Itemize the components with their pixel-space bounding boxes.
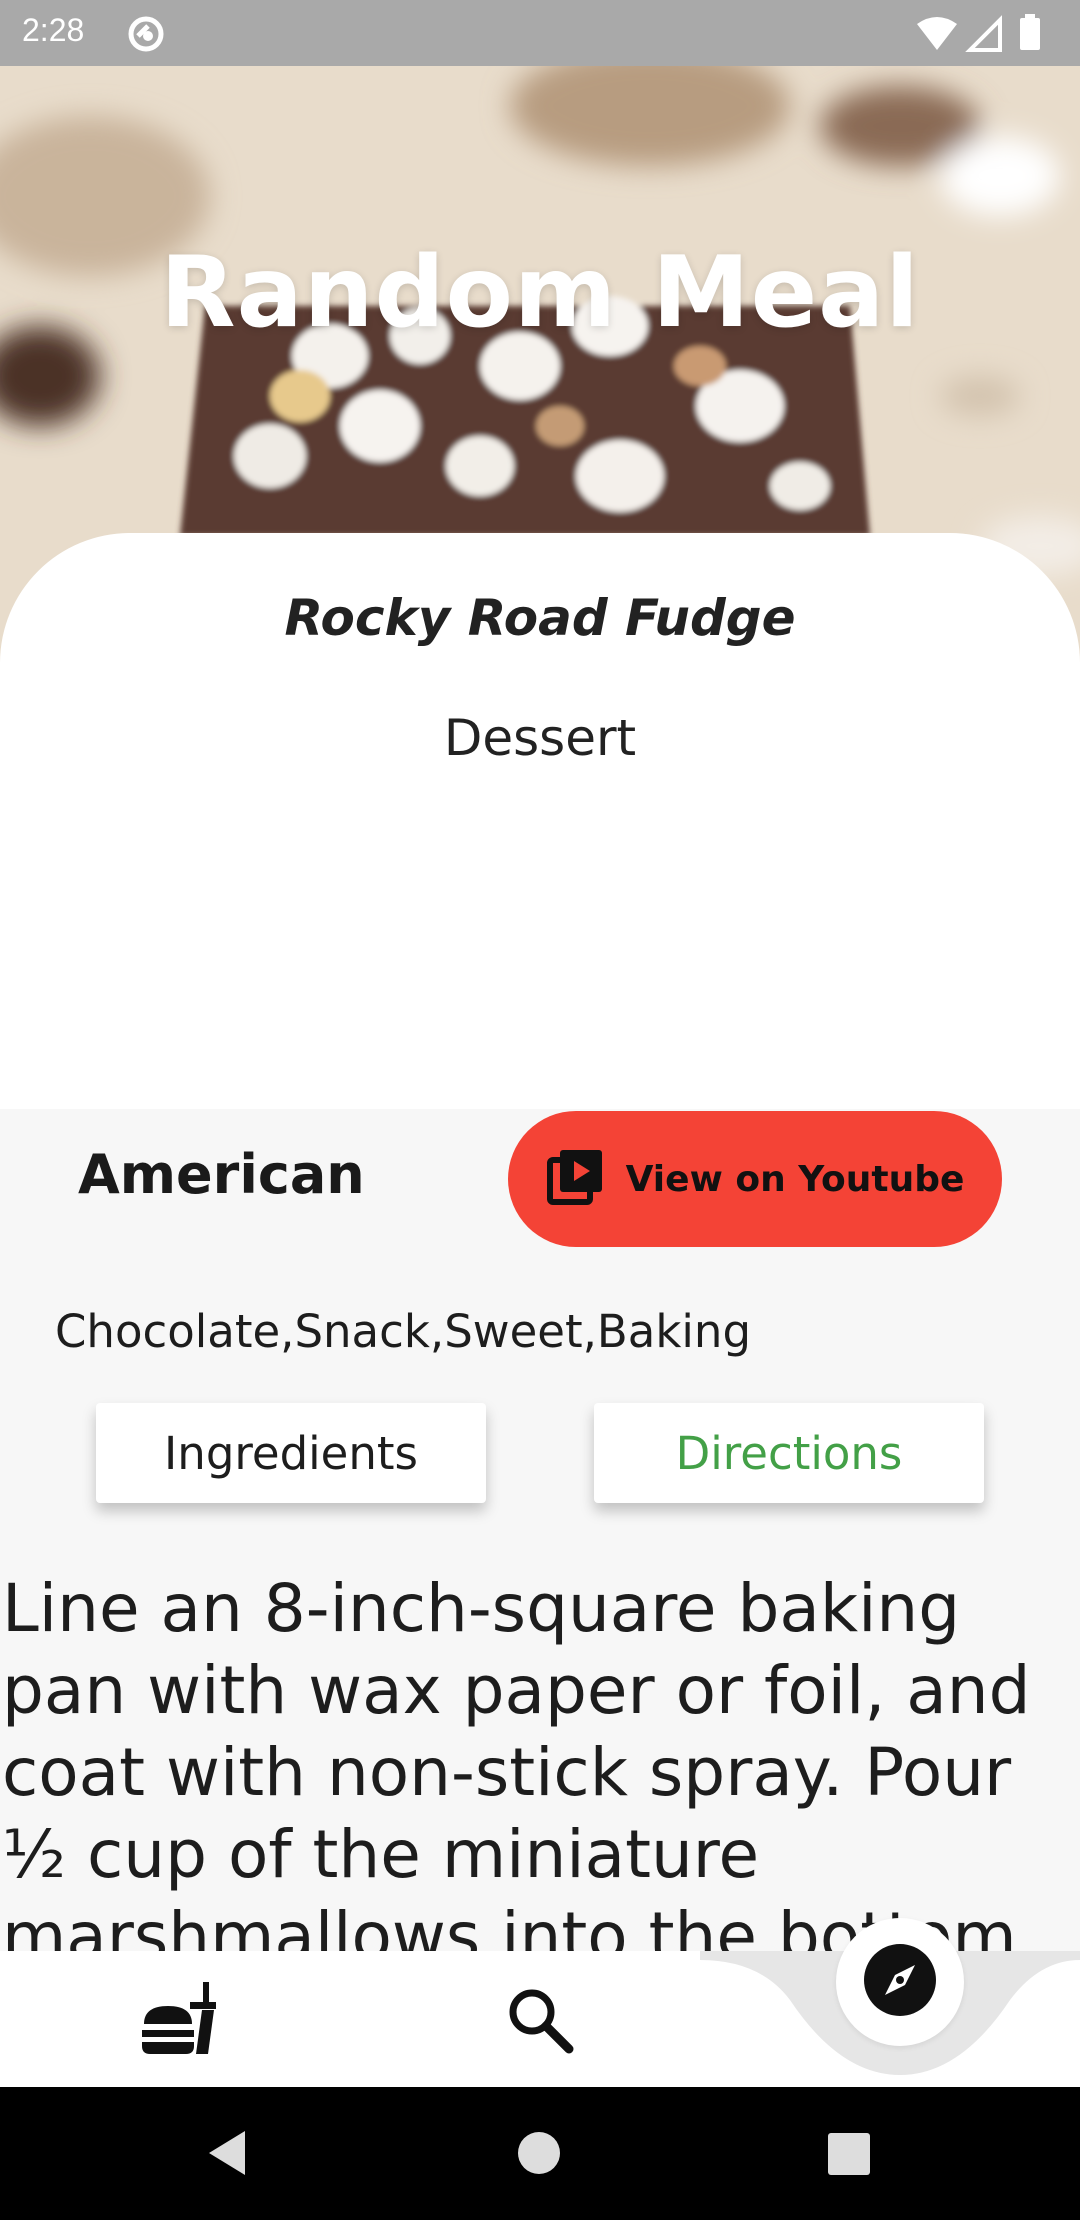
meal-area: American: [78, 1143, 365, 1206]
tab-directions[interactable]: Directions: [594, 1403, 984, 1503]
tab-ingredients[interactable]: Ingredients: [96, 1403, 486, 1503]
explore-compass-icon: [863, 1943, 937, 2021]
home-icon[interactable]: [518, 2132, 560, 2174]
status-time: 2:28: [22, 12, 85, 48]
directions-text: Line an 8-inch-square baking pan with wa…: [2, 1570, 1031, 1951]
status-bar: 2:28: [0, 0, 1080, 66]
status-icons: [912, 14, 1062, 58]
video-library-icon: [546, 1148, 604, 1210]
youtube-button-label: View on Youtube: [625, 1158, 965, 1200]
battery-icon: [1020, 14, 1040, 50]
directions-panel[interactable]: Line an 8-inch-square baking pan with wa…: [0, 1568, 1080, 1951]
sync-status-icon: [126, 14, 166, 58]
page-title: Random Meal: [160, 236, 920, 350]
meal-name: Rocky Road Fudge: [284, 589, 796, 647]
meal-category: Dessert: [443, 709, 637, 767]
nav-search-icon[interactable]: [505, 1985, 575, 2059]
nav-food-icon[interactable]: [138, 1980, 218, 2064]
recent-apps-icon[interactable]: [828, 2133, 870, 2175]
view-on-youtube-button[interactable]: View on Youtube: [508, 1111, 1002, 1247]
meal-card: Rocky Road Fudge Dessert: [0, 533, 1080, 1109]
system-navigation-bar: [0, 2087, 1080, 2220]
cell-signal-icon: [965, 15, 1002, 52]
meal-tags: Chocolate,Snack,Sweet,Baking: [55, 1305, 752, 1358]
wifi-icon: [917, 17, 957, 50]
back-icon[interactable]: [205, 2129, 249, 2181]
nav-explore-button[interactable]: [836, 1918, 964, 2046]
